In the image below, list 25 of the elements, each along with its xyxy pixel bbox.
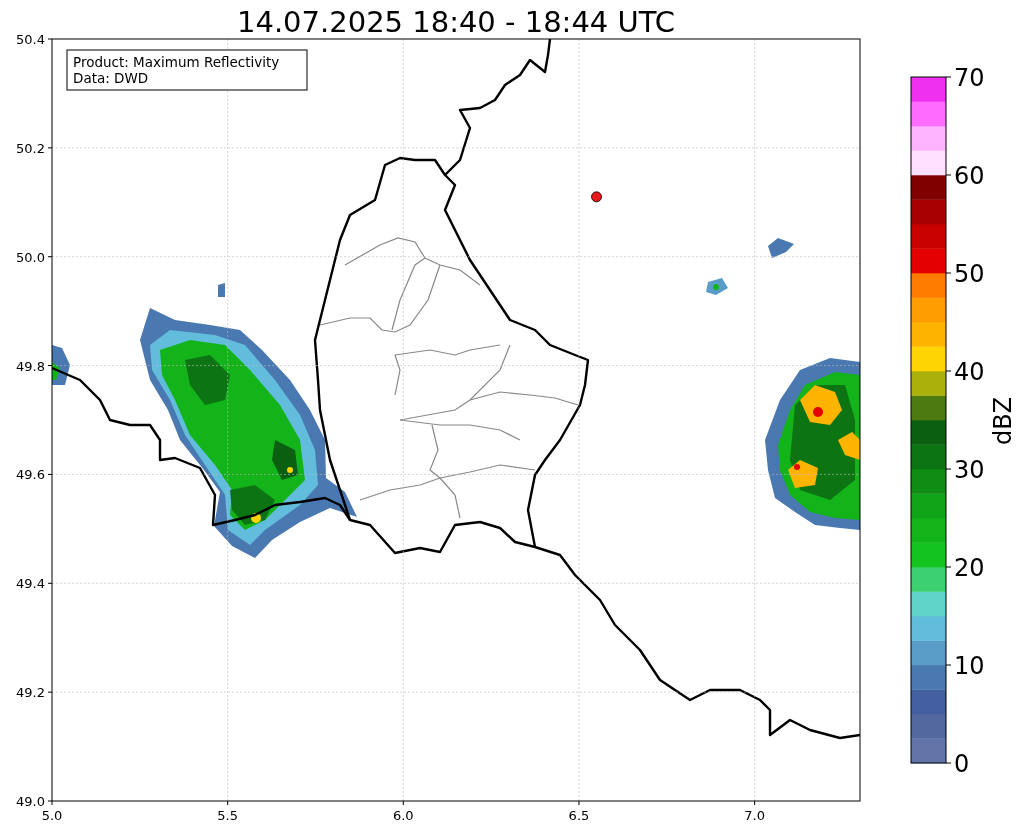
x-tick-label: 5.0 — [41, 808, 63, 823]
colorbar-tick-label: 50 — [954, 260, 985, 288]
x-tick-label: 6.0 — [392, 808, 414, 823]
y-tick-label: 49.2 — [16, 685, 45, 701]
x-tick-label: 7.0 — [744, 808, 765, 823]
y-tick-label: 49.4 — [16, 576, 45, 592]
y-tick-label: 50.4 — [16, 32, 45, 47]
y-tick-label: 49.8 — [16, 358, 45, 374]
figure-title: 14.07.2025 18:40 - 18:44 UTC — [237, 5, 675, 39]
colorbar-label: dBZ — [989, 396, 1017, 446]
colorbar-tick-label: 40 — [954, 358, 985, 386]
y-tick-label: 49.0 — [16, 794, 45, 809]
info-text: Data: DWD — [73, 70, 149, 86]
y-tick-label: 50.2 — [16, 140, 45, 156]
colorbar-tick-label: 60 — [954, 162, 985, 190]
y-tick-label: 49.6 — [16, 467, 45, 483]
x-tick-label: 5.5 — [217, 808, 238, 823]
y-tick-label: 50.0 — [16, 249, 45, 265]
colorbar-tick-label: 20 — [954, 554, 985, 582]
x-tick-label: 6.5 — [568, 808, 590, 823]
colorbar-tick-label: 0 — [954, 750, 970, 778]
colorbar-tick-label: 30 — [954, 456, 985, 484]
info-text: Product: Maximum Reflectivity — [73, 54, 280, 70]
colorbar-tick-label: 70 — [954, 64, 985, 92]
colorbar-tick-label: 10 — [954, 652, 985, 680]
